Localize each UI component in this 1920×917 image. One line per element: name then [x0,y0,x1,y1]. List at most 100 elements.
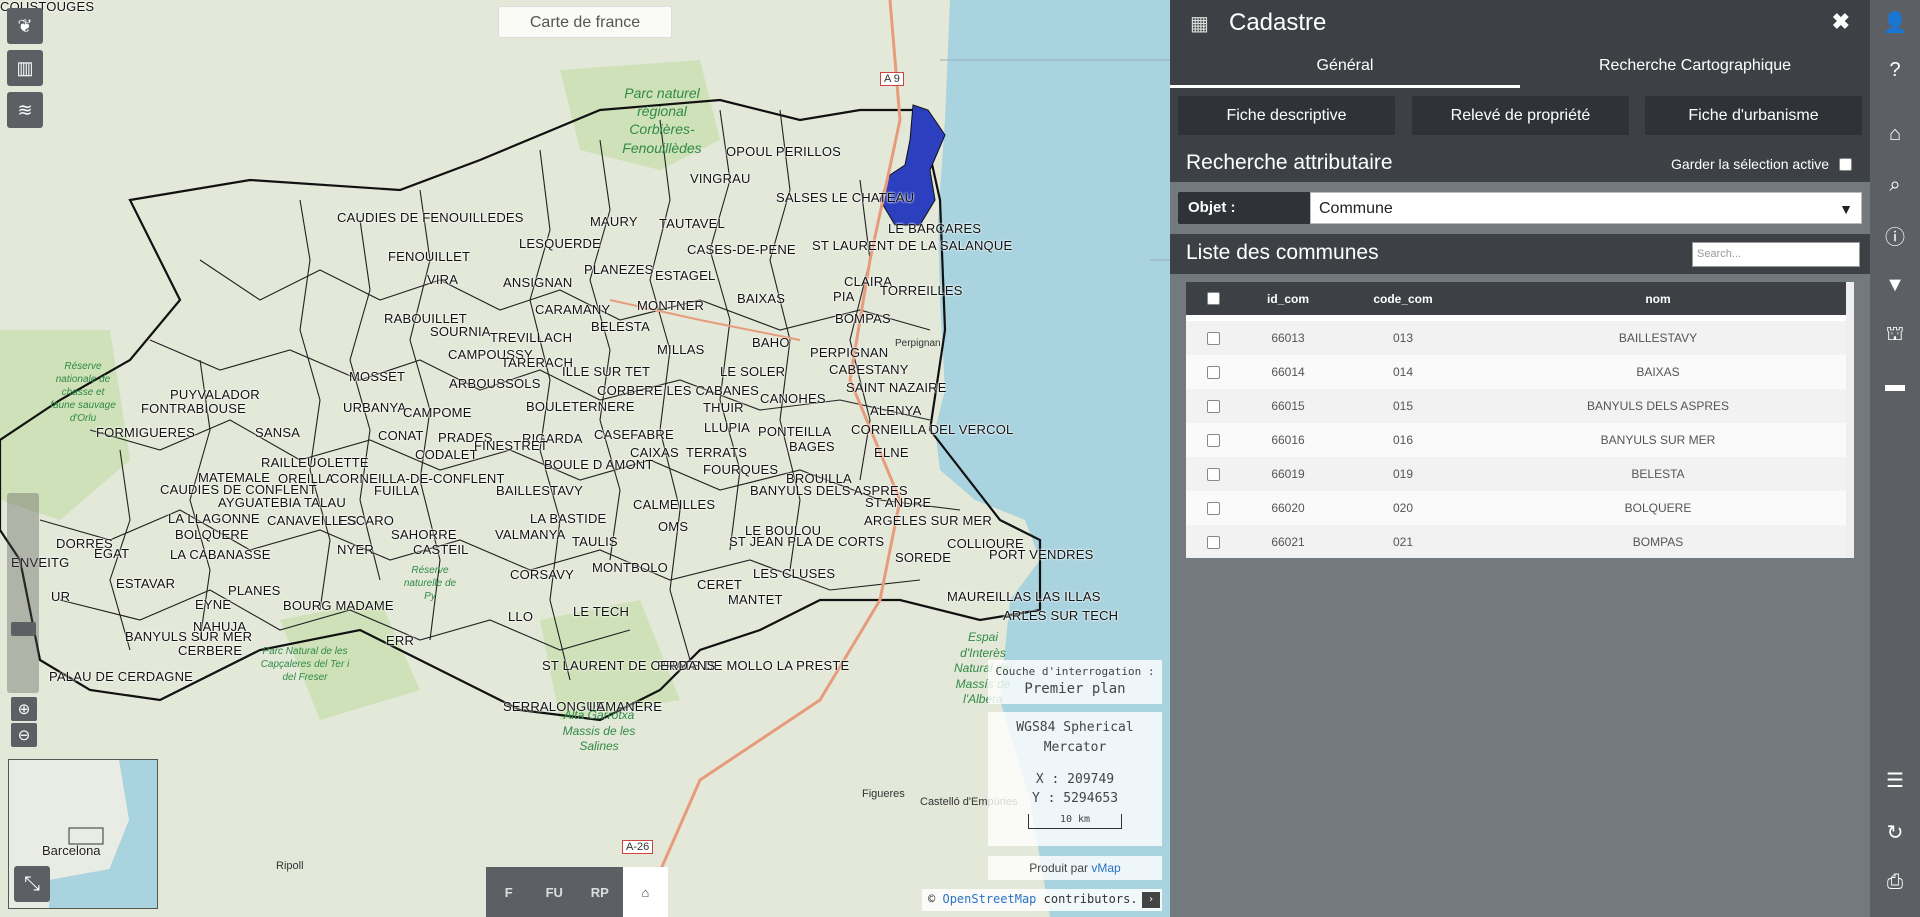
commune-label: NYER [337,542,374,557]
row-checkbox[interactable] [1206,467,1220,481]
table-row[interactable]: 66013 013 BAILLESTAVY [1186,321,1846,355]
filter-button[interactable]: ▼ [1870,265,1920,305]
panel-tabs: Général Recherche Cartographique [1170,44,1870,88]
search-button[interactable]: ⌕ [1870,165,1920,205]
row-checkbox[interactable] [1206,399,1220,413]
refresh-icon: ↻ [1886,821,1904,844]
table-body: 66013 013 BAILLESTAVY 66014 014 BAIXAS 6… [1186,321,1854,558]
select-all-checkbox[interactable] [1206,292,1220,305]
help-button[interactable]: ? [1870,50,1920,90]
fiche-descriptive-tool[interactable]: F [486,867,532,917]
refresh-button[interactable]: ↻ [1870,812,1920,852]
commune-label: BAILLESTAVY [496,483,583,498]
table-row[interactable]: 66015 015 BANYULS DELS ASPRES [1186,389,1846,423]
home-button[interactable]: ⌂ [1870,114,1920,154]
cell-id-com: 66015 [1271,399,1305,413]
info-button[interactable]: ⓘ [1870,215,1920,255]
table-row[interactable]: 66019 019 BELESTA [1186,457,1846,491]
commune-label: ESTAVAR [116,576,176,591]
cell-code-com: 020 [1392,501,1414,515]
layers-button[interactable]: ≋ [7,92,43,128]
vmap-link[interactable]: vMap [1091,861,1120,875]
commune-label: FONTRABIOUSE [141,401,246,416]
row-checkbox[interactable] [1206,365,1220,379]
right-sidebar: 👤 ? ⌂ ⌕ ⓘ ▼ ⛫ ▬ ☰ ↻ ⎙ [1870,0,1920,917]
chevron-down-icon: ▼ [1839,201,1853,217]
close-icon[interactable]: ✖ [1832,9,1850,35]
commune-label: SOURNIA [430,324,491,339]
query-layer-box[interactable]: Couche d'interrogation : Premier plan [988,660,1162,704]
table-row[interactable]: 66020 020 BOLQUERE [1186,491,1846,525]
header-code-com[interactable]: code_com [1336,292,1470,306]
query-layer-label: Couche d'interrogation : [995,665,1155,678]
cadastre-button[interactable]: ⛫ [1870,315,1920,355]
commune-label: ELNE [874,445,909,460]
attribution-suffix: contributors. [1043,892,1138,906]
cadastre-tool[interactable]: ⌂ [622,867,668,917]
tab-recherche-cartographique[interactable]: Recherche Cartographique [1520,44,1870,88]
zoom-slider[interactable] [7,493,39,693]
commune-search-input[interactable]: Search... [1692,242,1860,267]
header-nom[interactable]: nom [1470,292,1846,306]
map-icon: ▥ [16,57,34,78]
cell-code-com: 013 [1392,331,1414,345]
cell-code-com: 021 [1392,535,1414,549]
tab-general[interactable]: Général [1170,44,1520,88]
zoom-in-button[interactable]: ⊕ [11,697,37,721]
basemap-button[interactable]: ▥ [7,50,43,86]
commune-label: LLO [508,609,534,624]
table-scrollbar[interactable] [1846,282,1854,558]
commune-label: BAGES [789,439,835,454]
user-button[interactable]: 👤 [1870,2,1920,42]
table-row[interactable]: 66021 021 BOMPAS [1186,525,1846,558]
fiche-urbanisme-tool[interactable]: FU [532,867,578,917]
table-row[interactable]: 66016 016 BANYULS SUR MER [1186,423,1846,457]
header-id-com[interactable]: id_com [1240,292,1336,306]
search-section-title: Recherche attributaire [1186,151,1393,174]
releve-propriete-button[interactable]: Relevé de propriété [1412,96,1629,135]
keep-selection[interactable]: Garder la sélection active [1671,156,1852,172]
overview-toggle-button[interactable]: ⤡ [14,866,50,902]
commune-label: CARAMANY [535,302,611,317]
print-button[interactable]: ⎙ [1870,862,1920,902]
park-label: Parc naturel régional Corbières-Fenouill… [622,85,702,156]
map-view[interactable]: OPOUL PERILLOS VINGRAU SALSES LE CHATEAU LE… [0,0,1170,917]
commune-label: BAHO [752,335,790,350]
overview-label: Barcelona [42,843,101,858]
releve-propriete-tool[interactable]: RP [577,867,623,917]
coord-y: Y : 5294653 [1031,791,1119,806]
commune-label: OLETTE [317,455,369,470]
fiche-descriptive-button[interactable]: Fiche descriptive [1178,96,1395,135]
osm-link[interactable]: OpenStreetMap [942,892,1036,906]
map-title[interactable]: Carte de france [498,6,672,38]
zoom-out-button[interactable]: ⊖ [11,723,37,747]
zoom-out-icon: ⊖ [17,727,31,744]
commune-label: ST LAURENT DE CERDANS [542,658,716,673]
objet-select[interactable]: Commune ▼ [1310,192,1862,224]
cell-id-com: 66014 [1271,365,1305,379]
keep-selection-checkbox[interactable] [1839,157,1852,171]
vmap-credit[interactable]: Produit par vMap [988,856,1162,880]
commune-label: CORBERE LES CABANES [597,383,760,398]
zoom-slider-thumb[interactable] [11,622,36,636]
table-header: id_com code_com nom [1186,282,1846,315]
logo-button[interactable]: ❦ [7,8,43,44]
measure-button[interactable]: ▬ [1870,365,1920,405]
commune-label: MONTBOLO [592,560,668,575]
ripoll-label: Ripoll [276,860,304,872]
fiche-urbanisme-button[interactable]: Fiche d'urbanisme [1645,96,1862,135]
attribution-toggle[interactable]: › [1142,892,1160,908]
cell-nom: BANYULS SUR MER [1600,433,1716,447]
projection-box[interactable]: WGS84 Spherical Mercator X : 209749 Y : … [988,712,1162,846]
table-row[interactable]: 66014 014 BAIXAS [1186,355,1846,389]
commune-label: SALSES LE CHATEAU [776,190,915,205]
row-checkbox[interactable] [1206,535,1220,549]
row-checkbox[interactable] [1206,501,1220,515]
commune-label: TORREILLES [880,283,963,298]
commune-label: ERR [386,633,415,648]
copyright: © [928,892,936,906]
print-icon: ⎙ [1887,870,1903,893]
list-button[interactable]: ☰ [1870,760,1920,800]
row-checkbox[interactable] [1206,331,1220,345]
row-checkbox[interactable] [1206,433,1220,447]
